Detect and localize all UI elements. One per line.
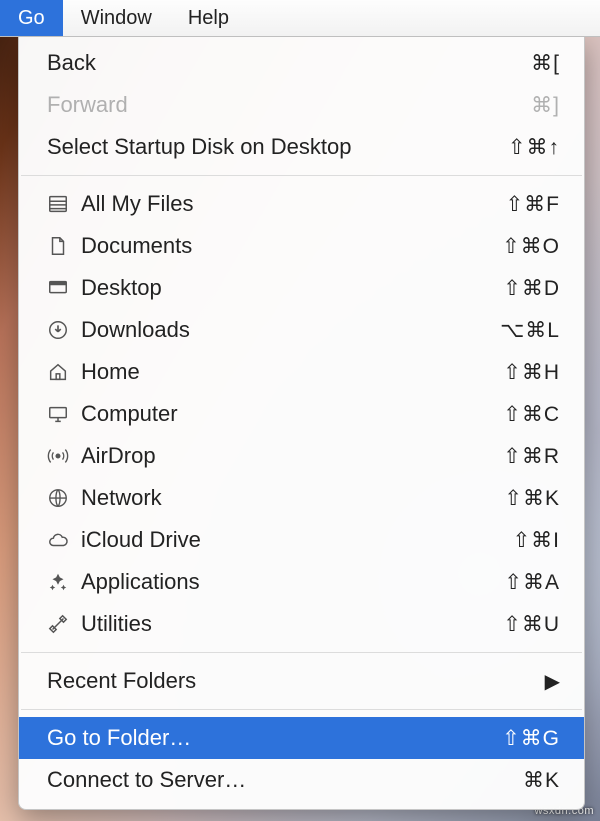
network-icon	[47, 487, 81, 509]
menu-item-label: iCloud Drive	[81, 527, 513, 553]
menu-item-label: Forward	[47, 92, 531, 118]
all-my-files-icon	[47, 193, 81, 215]
menu-item-label: Applications	[81, 569, 504, 595]
menubar-item-go[interactable]: Go	[0, 0, 63, 36]
menu-item-go-to-folder[interactable]: Go to Folder… ⇧⌘G	[19, 717, 584, 759]
menu-item-shortcut: ⇧⌘H	[503, 360, 560, 385]
menu-item-shortcut: ⌘]	[531, 93, 560, 118]
menu-item-label: Documents	[81, 233, 502, 259]
menubar-item-window[interactable]: Window	[63, 0, 170, 36]
menu-item-documents[interactable]: Documents ⇧⌘O	[19, 225, 584, 267]
menu-item-label: Recent Folders	[47, 668, 545, 694]
menu-item-shortcut: ⇧⌘R	[503, 444, 560, 469]
home-icon	[47, 361, 81, 383]
menu-item-network[interactable]: Network ⇧⌘K	[19, 477, 584, 519]
menu-item-icloud-drive[interactable]: iCloud Drive ⇧⌘I	[19, 519, 584, 561]
menu-item-label: Desktop	[81, 275, 503, 301]
go-menu-dropdown: Back ⌘[ Forward ⌘] Select Startup Disk o…	[18, 36, 585, 810]
menubar: Go Window Help	[0, 0, 600, 37]
menu-item-label: Home	[81, 359, 503, 385]
submenu-arrow-icon: ▶	[545, 669, 560, 694]
menu-item-airdrop[interactable]: AirDrop ⇧⌘R	[19, 435, 584, 477]
menu-item-shortcut: ⇧⌘↑	[508, 135, 560, 160]
menu-item-label: All My Files	[81, 191, 506, 217]
menu-item-label: Network	[81, 485, 504, 511]
applications-icon	[47, 571, 81, 593]
menu-item-label: Back	[47, 50, 531, 76]
menu-item-label: Computer	[81, 401, 503, 427]
menu-item-applications[interactable]: Applications ⇧⌘A	[19, 561, 584, 603]
documents-icon	[47, 235, 81, 257]
downloads-icon	[47, 319, 81, 341]
menu-item-select-startup-disk[interactable]: Select Startup Disk on Desktop ⇧⌘↑	[19, 126, 584, 168]
menu-item-home[interactable]: Home ⇧⌘H	[19, 351, 584, 393]
menu-item-back[interactable]: Back ⌘[	[19, 42, 584, 84]
menu-separator	[21, 652, 582, 653]
menu-item-connect-to-server[interactable]: Connect to Server… ⌘K	[19, 759, 584, 801]
airdrop-icon	[47, 445, 81, 467]
menu-item-recent-folders[interactable]: Recent Folders ▶	[19, 660, 584, 702]
menu-item-shortcut: ⇧⌘F	[506, 192, 560, 217]
menu-item-label: Downloads	[81, 317, 500, 343]
menu-item-shortcut: ⌘K	[523, 768, 560, 793]
menu-item-shortcut: ⇧⌘O	[502, 234, 560, 259]
menu-item-shortcut: ⌥⌘L	[500, 318, 560, 343]
menu-item-label: AirDrop	[81, 443, 503, 469]
icloud-drive-icon	[47, 530, 81, 550]
menu-item-label: Connect to Server…	[47, 767, 523, 793]
menu-item-all-my-files[interactable]: All My Files ⇧⌘F	[19, 183, 584, 225]
menu-item-shortcut: ⇧⌘G	[502, 726, 560, 751]
menu-item-forward: Forward ⌘]	[19, 84, 584, 126]
menu-separator	[21, 709, 582, 710]
menu-item-downloads[interactable]: Downloads ⌥⌘L	[19, 309, 584, 351]
menubar-item-help[interactable]: Help	[170, 0, 247, 36]
menu-item-shortcut: ⇧⌘U	[503, 612, 560, 637]
menu-item-shortcut: ⇧⌘C	[503, 402, 560, 427]
menu-item-label: Utilities	[81, 611, 503, 637]
desktop-icon	[47, 277, 81, 299]
menu-item-utilities[interactable]: Utilities ⇧⌘U	[19, 603, 584, 645]
menu-item-desktop[interactable]: Desktop ⇧⌘D	[19, 267, 584, 309]
menu-item-label: Select Startup Disk on Desktop	[47, 134, 508, 160]
menu-separator	[21, 175, 582, 176]
menu-item-shortcut: ⇧⌘A	[504, 570, 560, 595]
menu-item-shortcut: ⇧⌘I	[513, 528, 560, 553]
computer-icon	[47, 403, 81, 425]
menu-item-computer[interactable]: Computer ⇧⌘C	[19, 393, 584, 435]
menu-item-shortcut: ⇧⌘K	[504, 486, 560, 511]
menu-item-label: Go to Folder…	[47, 725, 502, 751]
menu-item-shortcut: ⇧⌘D	[503, 276, 560, 301]
utilities-icon	[47, 613, 81, 635]
menu-item-shortcut: ⌘[	[531, 51, 560, 76]
